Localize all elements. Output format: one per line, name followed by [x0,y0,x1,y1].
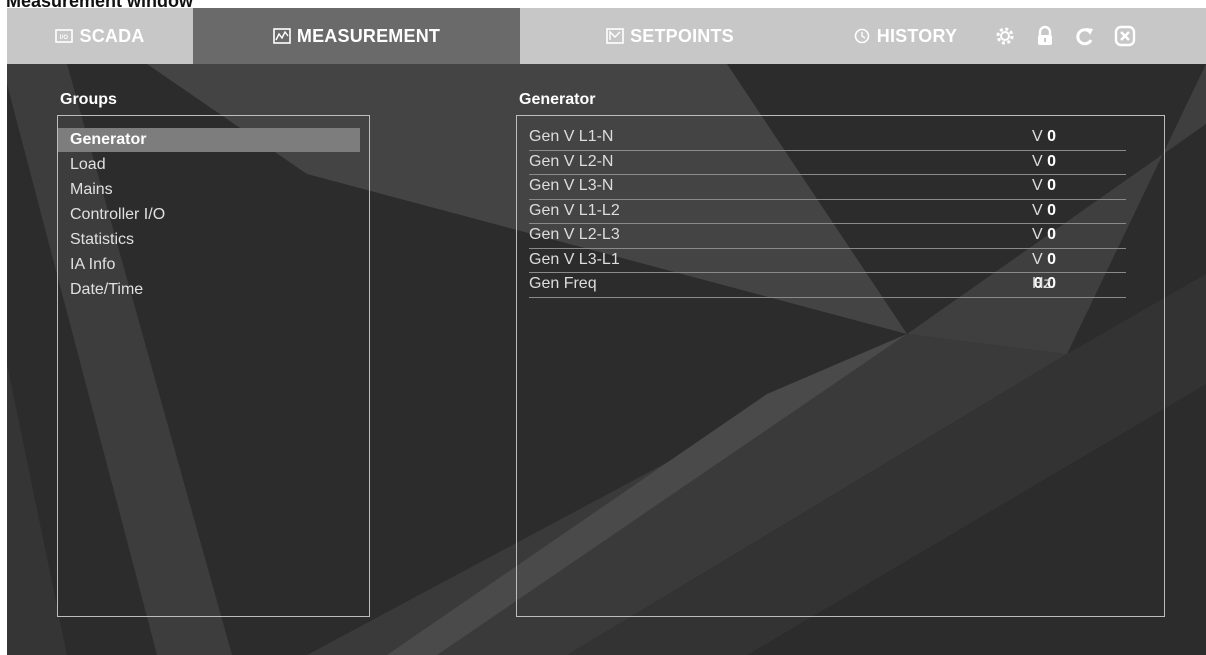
value-reading: 0 [1047,226,1056,243]
value-row: Gen V L2-L3 0 V [529,224,1126,249]
value-row: Gen V L2-N 0 V [529,151,1126,175]
value-label: Gen V L3-N [529,177,614,194]
value-unit: V [1032,201,1043,219]
value-row: Gen V L3-L1 0 V [529,249,1126,273]
group-item-ia-info[interactable]: IA Info [58,252,360,277]
value-label: Gen V L1-L2 [529,201,620,219]
gear-icon[interactable] [994,25,1016,47]
group-item-load[interactable]: Load [58,152,360,177]
value-row: Gen V L1-N 0 V [529,126,1126,151]
value-label: Gen V L3-L1 [529,250,620,268]
value-row: Gen Freq 0.0 Hz [529,273,1126,298]
close-icon[interactable] [1114,25,1136,47]
app-window: I/O SCADA MEASUREMENT SETPOINTS HISTORY [7,8,1206,655]
tab-history-label: HISTORY [876,25,958,46]
value-label: Gen V L1-N [529,128,614,145]
values-panel: Gen V L1-N 0 V Gen V L2-N 0 V Gen V L3-N… [516,115,1165,617]
svg-text:I/O: I/O [60,35,69,41]
lock-icon[interactable] [1034,25,1056,47]
value-label: Gen V L2-L3 [529,226,620,243]
measurement-icon [273,28,291,44]
toolbar-icons [990,8,1136,64]
top-navigation-bar: I/O SCADA MEASUREMENT SETPOINTS HISTORY [7,8,1206,64]
group-item-generator[interactable]: Generator [58,128,360,152]
value-row: Gen V L3-N 0 V [529,175,1126,200]
value-reading: 0 [1047,128,1056,145]
tab-scada-label: SCADA [79,25,145,46]
value-reading: 0 [1047,201,1056,219]
group-list: Generator Load Mains Controller I/O Stat… [58,116,369,302]
tab-history[interactable]: HISTORY [820,8,990,64]
value-unit: V [1032,128,1043,145]
tab-measurement-label: MEASUREMENT [296,25,441,46]
scada-icon: I/O [55,29,74,43]
value-unit: Hz [1032,275,1052,292]
group-item-statistics[interactable]: Statistics [58,227,360,252]
value-reading: 0 [1047,250,1056,268]
history-icon [854,28,870,44]
value-unit: V [1032,177,1043,194]
tab-setpoints-label: SETPOINTS [630,25,734,46]
value-row: Gen V L1-L2 0 V [529,200,1126,224]
value-unit: V [1032,152,1043,170]
tab-scada[interactable]: I/O SCADA [7,8,193,64]
tab-measurement[interactable]: MEASUREMENT [193,8,520,64]
value-unit: V [1032,250,1043,268]
value-unit: V [1032,226,1043,243]
value-label: Gen V L2-N [529,152,614,170]
value-label: Gen Freq [529,275,597,292]
group-item-controller-io[interactable]: Controller I/O [58,202,360,227]
groups-panel: Generator Load Mains Controller I/O Stat… [57,115,370,617]
groups-title: Groups [60,91,117,108]
setpoints-icon [606,28,624,44]
tab-setpoints[interactable]: SETPOINTS [520,8,820,64]
group-item-date-time[interactable]: Date/Time [58,277,360,302]
group-item-mains[interactable]: Mains [58,177,360,202]
value-reading: 0 [1047,177,1056,194]
value-reading: 0 [1047,152,1056,170]
values-title: Generator [519,91,596,108]
refresh-icon[interactable] [1074,25,1096,47]
